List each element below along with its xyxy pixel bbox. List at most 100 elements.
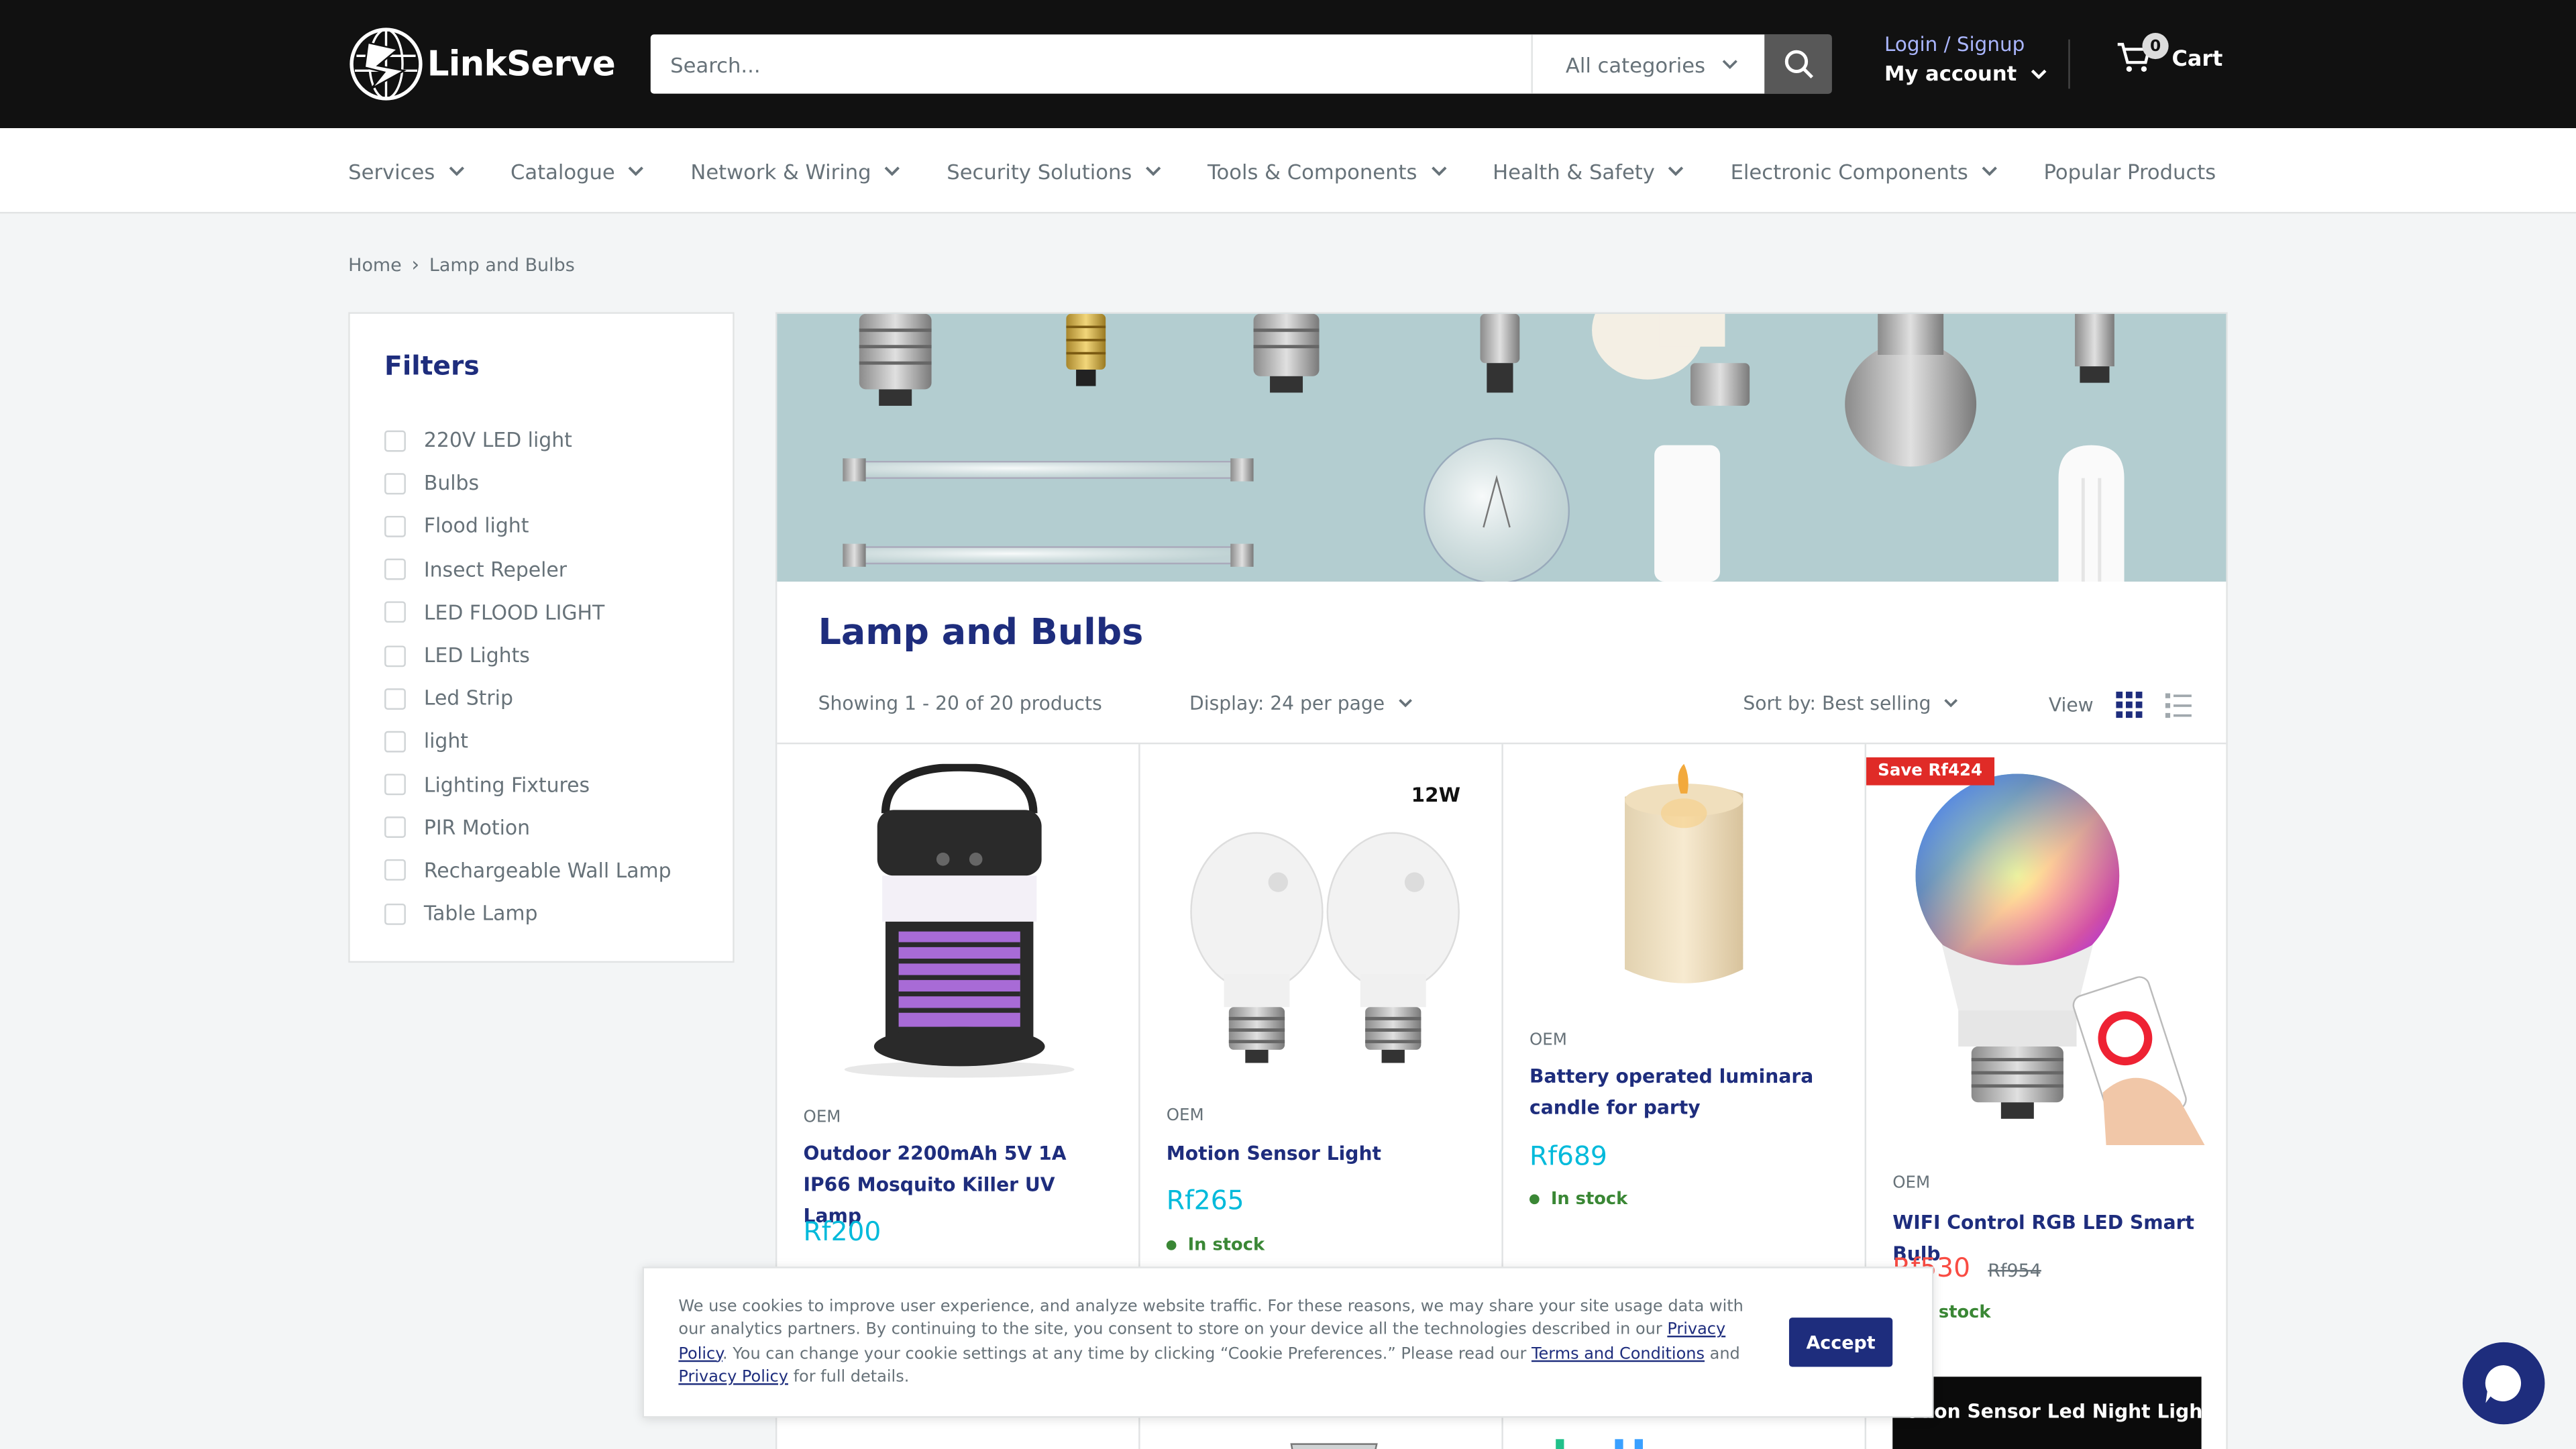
product-price: Rf265 — [1166, 1184, 1244, 1216]
cookie-text: We use cookies to improve user experienc… — [678, 1296, 1762, 1390]
header-divider — [2068, 39, 2070, 89]
privacy-policy-link[interactable]: Privacy Policy — [678, 1368, 788, 1387]
search-button[interactable] — [1764, 34, 1832, 94]
account-menu[interactable]: Login / Signup My account — [1884, 33, 2046, 85]
next-row-product-image[interactable] — [1552, 1415, 1667, 1449]
nav-item-label: Health & Safety — [1493, 158, 1655, 184]
filter-checkbox[interactable] — [384, 731, 406, 753]
chevron-down-icon — [1398, 698, 1412, 708]
breadcrumb-home[interactable]: Home — [348, 254, 402, 275]
nav-item-popular-products[interactable]: Popular Products — [2044, 158, 2216, 183]
filter-option[interactable]: LED Lights — [384, 634, 672, 677]
product-image-rgb-smart-bulb[interactable] — [1892, 763, 2205, 1145]
nav-item-health-safety[interactable]: Health & Safety — [1493, 158, 1684, 183]
logo[interactable]: LinkServe — [348, 25, 616, 104]
filter-checkbox[interactable] — [384, 602, 406, 624]
filter-checkbox[interactable] — [384, 645, 406, 667]
product-vendor: OEM — [1892, 1175, 1931, 1193]
list-view-icon[interactable] — [2165, 692, 2192, 717]
filter-option[interactable]: LED FLOOD LIGHT — [384, 591, 672, 634]
my-account-label: My account — [1884, 60, 2017, 86]
chevron-down-icon — [1722, 60, 1737, 69]
chevron-down-icon — [1431, 166, 1446, 176]
next-row-product-title: otion Sensor Led Night Light — [1905, 1399, 2212, 1423]
product-image-motion-sensor-light[interactable] — [1166, 763, 1479, 1077]
filter-label: LED FLOOD LIGHT — [423, 600, 605, 625]
next-row-product-image[interactable]: otion Sensor Led Night Light — [1892, 1377, 2212, 1449]
filter-checkbox[interactable] — [384, 472, 406, 494]
nav-item-label: Security Solutions — [947, 158, 1132, 184]
filter-option[interactable]: PIR Motion — [384, 806, 672, 849]
compare-price: Rf954 — [1988, 1260, 2041, 1282]
filter-checkbox[interactable] — [384, 688, 406, 710]
filter-checkbox[interactable] — [384, 859, 406, 881]
filter-checkbox[interactable] — [384, 773, 406, 796]
chat-button[interactable] — [2463, 1342, 2545, 1425]
nav-item-services[interactable]: Services — [348, 158, 464, 183]
accept-cookies-button[interactable]: Accept — [1788, 1318, 1893, 1367]
display-per-page-label: Display: 24 per page — [1189, 692, 1385, 715]
filter-option[interactable]: Rechargeable Wall Lamp — [384, 849, 672, 892]
cart-count-badge: 0 — [2142, 32, 2169, 60]
category-select[interactable]: All categories — [1531, 34, 1764, 94]
filter-option[interactable]: Table Lamp — [384, 892, 672, 935]
cart-label: Cart — [2171, 46, 2223, 72]
chevron-down-icon — [448, 166, 464, 176]
nav-item-electronic-components[interactable]: Electronic Components — [1731, 158, 1998, 183]
search-input[interactable] — [650, 34, 1532, 94]
filter-label: PIR Motion — [423, 816, 531, 839]
cart-button[interactable]: 0 Cart — [2116, 32, 2223, 79]
breadcrumb-current: Lamp and Bulbs — [429, 254, 575, 276]
collection-title: Lamp and Bulbs — [818, 612, 1144, 654]
product-image-mosquito-lamp[interactable] — [803, 763, 1116, 1079]
login-signup-link[interactable]: Login / Signup — [1884, 33, 2046, 56]
filter-option[interactable]: Lighting Fixtures — [384, 763, 672, 806]
nav-item-label: Popular Products — [2043, 158, 2216, 184]
next-row-product-image[interactable] — [1278, 1415, 1393, 1449]
filter-option[interactable]: Flood light — [384, 505, 672, 548]
filter-option[interactable]: Bulbs — [384, 462, 672, 505]
chevron-down-icon — [1668, 166, 1684, 176]
filter-list: 220V LED light Bulbs Flood light Insect Rep… — [384, 419, 672, 935]
filter-option[interactable]: light — [384, 720, 672, 763]
chevron-down-icon — [885, 166, 900, 176]
stock-label: In stock — [1187, 1235, 1265, 1256]
filter-checkbox[interactable] — [384, 816, 406, 839]
nav-item-security-solutions[interactable]: Security Solutions — [947, 158, 1161, 183]
nav-item-label: Services — [348, 158, 435, 184]
filter-label: Bulbs — [423, 472, 480, 495]
product-vendor: OEM — [1529, 1031, 1567, 1050]
cookie-text-3: and — [1705, 1344, 1740, 1363]
product-price: Rf200 — [803, 1216, 881, 1247]
nav-item-catalogue[interactable]: Catalogue — [511, 158, 645, 183]
filter-checkbox[interactable] — [384, 429, 406, 451]
nav-item-network-wiring[interactable]: Network & Wiring — [690, 158, 900, 183]
cookie-text-1: We use cookies to improve user experienc… — [678, 1297, 1743, 1340]
nav-item-label: Network & Wiring — [690, 158, 871, 184]
save-badge: Save Rf424 — [1866, 757, 1994, 786]
nav-item-label: Catalogue — [510, 158, 615, 184]
filter-checkbox[interactable] — [384, 559, 406, 580]
filter-checkbox[interactable] — [384, 515, 406, 537]
logo-text: LinkServe — [427, 44, 616, 84]
my-account-dropdown[interactable]: My account — [1884, 60, 2046, 86]
nav-item-tools-components[interactable]: Tools & Components — [1208, 158, 1447, 183]
product-image-candle[interactable] — [1529, 763, 1842, 1002]
display-per-page-select[interactable]: Display: 24 per page — [1189, 692, 1413, 714]
filter-checkbox[interactable] — [384, 903, 406, 924]
nav-item-label: Tools & Components — [1208, 158, 1417, 184]
filter-option[interactable]: Led Strip — [384, 677, 672, 720]
product-title[interactable]: Motion Sensor Light — [1167, 1138, 1479, 1170]
filters-title: Filters — [384, 350, 480, 382]
filter-option[interactable]: 220V LED light — [384, 419, 672, 462]
category-select-label: All categories — [1565, 52, 1706, 76]
product-title[interactable]: Battery operated luminara candle for par… — [1529, 1061, 1841, 1124]
terms-link[interactable]: Terms and Conditions — [1532, 1345, 1705, 1363]
sort-by-select[interactable]: Sort by: Best selling — [1743, 692, 1959, 714]
filter-option[interactable]: Insect Repeler — [384, 548, 672, 591]
breadcrumb: Home › Lamp and Bulbs — [348, 253, 575, 276]
grid-view-icon[interactable] — [2116, 692, 2143, 718]
filter-label: light — [423, 730, 468, 753]
logo-icon — [350, 28, 423, 101]
main-nav: Services Catalogue Network & Wiring Securit… — [0, 128, 2576, 214]
